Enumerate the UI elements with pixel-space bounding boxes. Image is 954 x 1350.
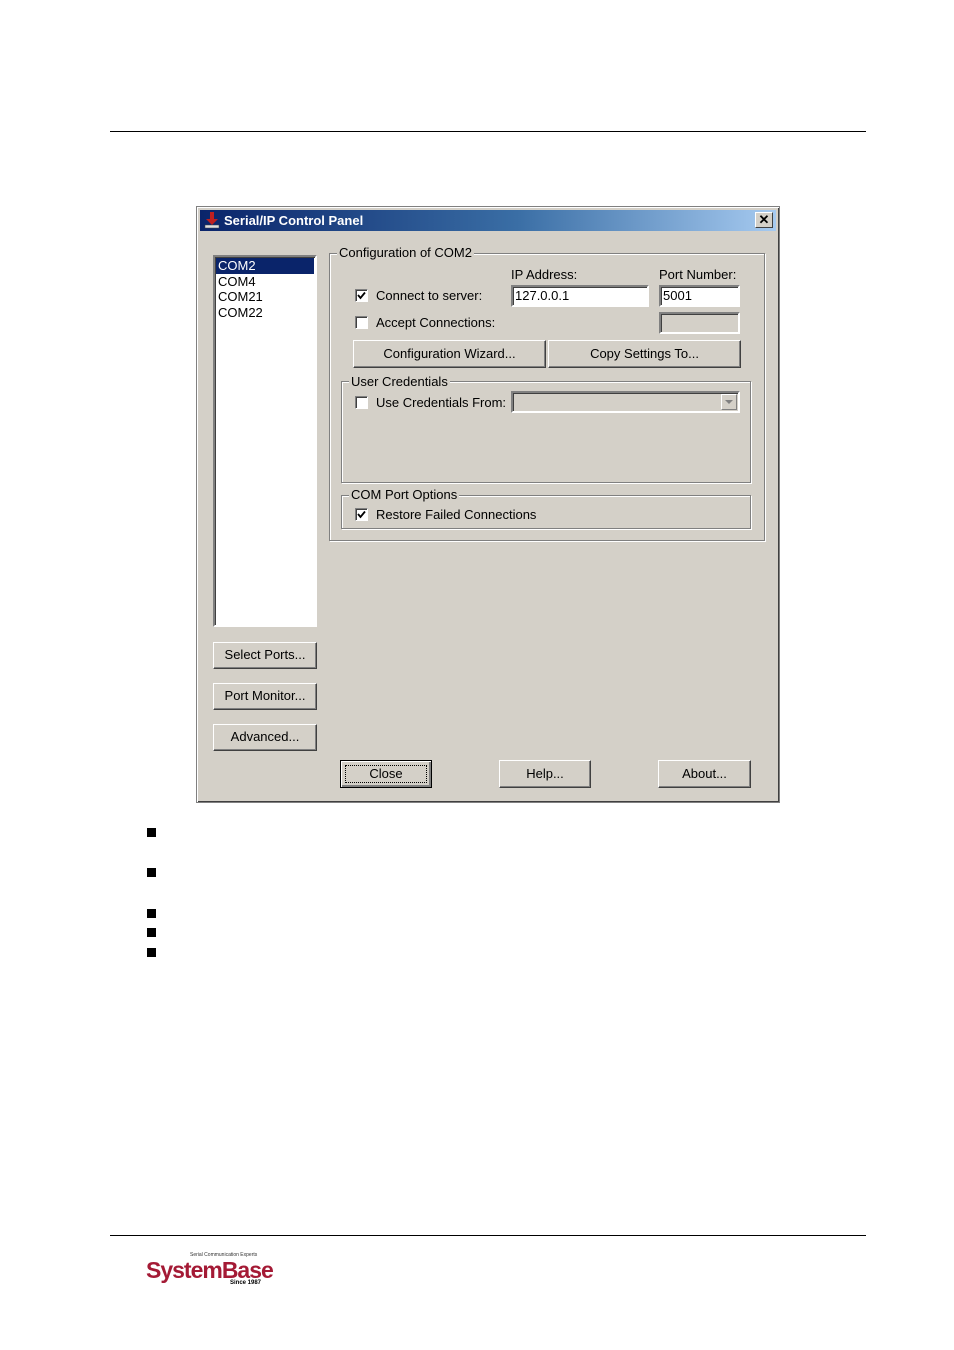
- advanced-button[interactable]: Advanced...: [213, 724, 317, 751]
- bullet-marker: [147, 948, 156, 957]
- port-monitor-button[interactable]: Port Monitor...: [213, 683, 317, 710]
- advanced-label: Advanced...: [230, 729, 300, 744]
- use-credentials-label: Use Credentials From:: [376, 395, 507, 410]
- restore-failed-connections-checkbox[interactable]: [355, 508, 368, 521]
- help-label: Help...: [526, 766, 564, 781]
- credentials-dropdown[interactable]: [511, 391, 740, 413]
- configuration-group-label: Configuration of COM2: [337, 245, 474, 260]
- bullet-marker: [147, 828, 156, 837]
- logo-since: Since 1987: [230, 1280, 262, 1286]
- about-button[interactable]: About...: [658, 760, 751, 788]
- copy-settings-label: Copy Settings To...: [590, 346, 699, 361]
- close-button[interactable]: Close: [340, 760, 432, 788]
- connect-to-server-label: Connect to server:: [376, 288, 483, 303]
- app-icon: [204, 212, 220, 229]
- port-list-item[interactable]: COM21: [215, 289, 315, 305]
- copy-settings-button[interactable]: Copy Settings To...: [548, 340, 741, 368]
- configuration-wizard-label: Configuration Wizard...: [383, 346, 516, 361]
- port-list-item[interactable]: COM22: [215, 305, 315, 321]
- serial-ip-control-panel-window: Serial/IP Control Panel ✕ COM2 COM4 COM2…: [196, 206, 780, 803]
- ip-address-label: IP Address:: [511, 267, 578, 282]
- focus-rect: [345, 765, 427, 783]
- use-credentials-checkbox[interactable]: [355, 396, 368, 409]
- about-label: About...: [682, 766, 727, 781]
- close-icon[interactable]: ✕: [755, 212, 773, 228]
- ip-address-input[interactable]: 127.0.0.1: [511, 285, 649, 307]
- window-title: Serial/IP Control Panel: [224, 213, 364, 228]
- port-list-item[interactable]: COM4: [215, 274, 315, 290]
- accept-connections-checkbox[interactable]: [355, 316, 368, 329]
- configuration-wizard-button[interactable]: Configuration Wizard...: [353, 340, 546, 368]
- com-port-options-group-label: COM Port Options: [349, 487, 460, 502]
- port-list[interactable]: COM2 COM4 COM21 COM22: [213, 255, 317, 627]
- title-bar[interactable]: Serial/IP Control Panel ✕: [200, 210, 776, 231]
- select-ports-label: Select Ports...: [224, 647, 306, 662]
- bullet-marker: [147, 928, 156, 937]
- help-button[interactable]: Help...: [499, 760, 591, 788]
- user-credentials-group-label: User Credentials: [349, 374, 450, 389]
- port-monitor-label: Port Monitor...: [224, 688, 306, 703]
- connect-to-server-checkbox[interactable]: [355, 289, 368, 302]
- check-icon: [357, 510, 366, 519]
- port-number-label: Port Number:: [659, 267, 737, 282]
- port-number-input[interactable]: 5001: [659, 285, 740, 307]
- systembase-logo: Serial Communication Experts SystemBase …: [140, 1248, 274, 1290]
- restore-failed-connections-label: Restore Failed Connections: [376, 507, 537, 522]
- footer-rule: [110, 1235, 866, 1236]
- check-icon: [357, 291, 366, 300]
- port-list-item[interactable]: COM2: [216, 258, 314, 274]
- accept-port-input[interactable]: [659, 312, 740, 334]
- header-rule: [110, 131, 866, 132]
- accept-connections-label: Accept Connections:: [376, 315, 496, 330]
- chevron-down-icon[interactable]: [721, 394, 737, 410]
- bullet-marker: [147, 909, 156, 918]
- select-ports-button[interactable]: Select Ports...: [213, 642, 317, 669]
- bullet-marker: [147, 868, 156, 877]
